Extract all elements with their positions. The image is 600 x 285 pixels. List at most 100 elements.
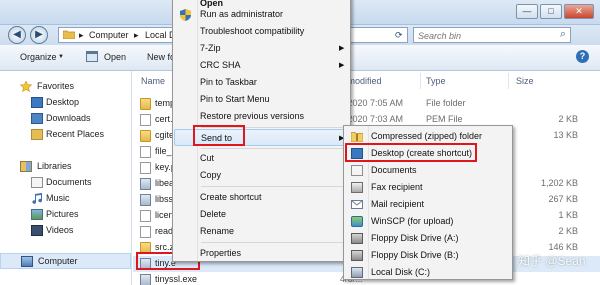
menu-separator bbox=[201, 186, 348, 187]
dll-icon bbox=[140, 194, 151, 206]
sendto-mail[interactable]: Mail recipient bbox=[345, 196, 511, 213]
nav-computer[interactable]: Computer bbox=[0, 253, 131, 269]
documents-icon bbox=[31, 177, 43, 188]
dll-icon bbox=[140, 178, 151, 190]
nav-downloads[interactable]: Downloads bbox=[0, 111, 131, 127]
menu-item-label: Properties bbox=[200, 248, 242, 258]
path-separator: ▸ bbox=[134, 30, 139, 40]
sendto-documents[interactable]: Documents bbox=[345, 162, 511, 179]
column-header-size[interactable]: Size bbox=[516, 76, 534, 86]
open-button[interactable]: Open bbox=[104, 52, 126, 62]
winscp-icon bbox=[351, 216, 363, 227]
nav-videos[interactable]: Videos bbox=[0, 223, 131, 239]
nav-desktop[interactable]: Desktop bbox=[0, 95, 131, 111]
menu-item-label: 7-Zip bbox=[200, 43, 221, 53]
nav-pictures-label: Pictures bbox=[46, 209, 79, 219]
file-name: tinyssl.exe bbox=[155, 274, 198, 284]
file-size: 1 KB bbox=[558, 210, 578, 220]
menu-item-label: Troubleshoot compatibility bbox=[200, 26, 305, 36]
nav-favorites-label: Favorites bbox=[37, 81, 75, 91]
floppy-drive-icon bbox=[351, 233, 363, 244]
nav-libraries[interactable]: Libraries bbox=[0, 159, 131, 175]
menu-item-7zip[interactable]: 7-Zip ▶ bbox=[174, 40, 349, 57]
close-button[interactable]: ✕ bbox=[564, 4, 594, 19]
submenu-arrow-icon: ▶ bbox=[339, 62, 345, 69]
nav-recent-places[interactable]: Recent Places bbox=[0, 127, 131, 143]
menu-item-label: Delete bbox=[200, 209, 227, 219]
file-size: 267 KB bbox=[548, 194, 578, 204]
new-folder-button[interactable]: New fo bbox=[147, 52, 175, 62]
file-size: 2 KB bbox=[558, 226, 578, 236]
menu-item-label: Documents bbox=[371, 165, 417, 175]
nav-favorites[interactable]: Favorites bbox=[0, 79, 131, 95]
search-box[interactable]: ⌕ bbox=[413, 27, 571, 43]
nav-pictures[interactable]: Pictures bbox=[0, 207, 131, 223]
organize-button[interactable]: Organize bbox=[20, 52, 57, 62]
menu-item-label: Cut bbox=[200, 153, 215, 163]
menu-item-crc-sha[interactable]: CRC SHA ▶ bbox=[174, 57, 349, 74]
maximize-button[interactable]: □ bbox=[540, 4, 562, 19]
music-icon bbox=[31, 193, 43, 204]
forward-button[interactable]: ▶ bbox=[30, 26, 48, 44]
nav-recent-places-label: Recent Places bbox=[46, 129, 105, 139]
menu-item-rename[interactable]: Rename bbox=[174, 223, 349, 240]
sendto-winscp[interactable]: WinSCP (for upload) bbox=[345, 213, 511, 230]
menu-item-label: CRC SHA bbox=[200, 60, 241, 70]
menu-item-pin-start[interactable]: Pin to Start Menu bbox=[174, 91, 349, 108]
navigation-pane: Favorites Desktop Downloads Recent Place… bbox=[0, 71, 132, 285]
menu-item-run-as-admin[interactable]: Run as administrator bbox=[174, 6, 349, 23]
back-button[interactable]: ◀ bbox=[8, 26, 26, 44]
hard-drive-icon bbox=[351, 267, 363, 278]
sendto-floppy-a[interactable]: Floppy Disk Drive (A:) bbox=[345, 230, 511, 247]
breadcrumb-local-disk[interactable]: Local D bbox=[145, 29, 176, 42]
menu-item-troubleshoot[interactable]: Troubleshoot compatibility bbox=[174, 23, 349, 40]
forward-arrow-icon: ▶ bbox=[35, 29, 43, 40]
menu-item-delete[interactable]: Delete bbox=[174, 206, 349, 223]
menu-item-label: Create shortcut bbox=[200, 192, 262, 202]
menu-item-label: Local Disk (C:) bbox=[371, 267, 431, 277]
shield-icon bbox=[180, 9, 192, 21]
nav-documents[interactable]: Documents bbox=[0, 175, 131, 191]
menu-item-cut[interactable]: Cut bbox=[174, 150, 349, 167]
column-header-name[interactable]: Name bbox=[141, 76, 165, 86]
search-icon[interactable]: ⌕ bbox=[560, 28, 566, 41]
file-size: 13 KB bbox=[553, 130, 578, 140]
sendto-local-disk-c[interactable]: Local Disk (C:) bbox=[345, 264, 511, 281]
column-header-type[interactable]: Type bbox=[426, 76, 446, 86]
menu-item-label: Rename bbox=[200, 226, 235, 236]
menu-item-restore-versions[interactable]: Restore previous versions bbox=[174, 108, 349, 125]
folder-icon bbox=[140, 130, 151, 142]
libraries-icon bbox=[20, 161, 32, 172]
menu-item-label: Fax recipient bbox=[371, 182, 423, 192]
column-divider bbox=[508, 73, 509, 89]
sendto-floppy-b[interactable]: Floppy Disk Drive (B:) bbox=[345, 247, 511, 264]
desktop-icon bbox=[31, 97, 43, 108]
path-separator: ▸ bbox=[79, 30, 84, 40]
file-icon bbox=[140, 114, 151, 126]
videos-icon bbox=[31, 225, 43, 236]
nav-downloads-label: Downloads bbox=[46, 113, 91, 123]
folder-icon bbox=[140, 98, 151, 110]
minimize-button[interactable]: — bbox=[516, 4, 538, 19]
sendto-fax[interactable]: Fax recipient bbox=[345, 179, 511, 196]
menu-item-label: Mail recipient bbox=[371, 199, 425, 209]
breadcrumb-computer[interactable]: Computer bbox=[89, 29, 129, 42]
fax-icon bbox=[351, 182, 363, 193]
file-name: file_i bbox=[155, 146, 174, 156]
menu-item-properties[interactable]: Properties bbox=[174, 245, 349, 262]
file-icon bbox=[140, 162, 151, 174]
folder-icon bbox=[62, 29, 76, 43]
nav-music[interactable]: Music bbox=[0, 191, 131, 207]
search-input[interactable] bbox=[418, 29, 548, 42]
menu-item-copy[interactable]: Copy bbox=[174, 167, 349, 184]
file-type: PEM File bbox=[426, 114, 463, 124]
menu-item-label: Floppy Disk Drive (A:) bbox=[371, 233, 459, 243]
menu-item-pin-taskbar[interactable]: Pin to Taskbar bbox=[174, 74, 349, 91]
menu-item-label: Copy bbox=[200, 170, 222, 180]
help-icon[interactable]: ? bbox=[576, 50, 589, 63]
refresh-icon[interactable]: ⟳ bbox=[395, 29, 403, 42]
open-icon bbox=[86, 51, 98, 64]
menu-item-create-shortcut[interactable]: Create shortcut bbox=[174, 189, 349, 206]
menu-item-label: Pin to Start Menu bbox=[200, 94, 270, 104]
nav-libraries-label: Libraries bbox=[37, 161, 72, 171]
